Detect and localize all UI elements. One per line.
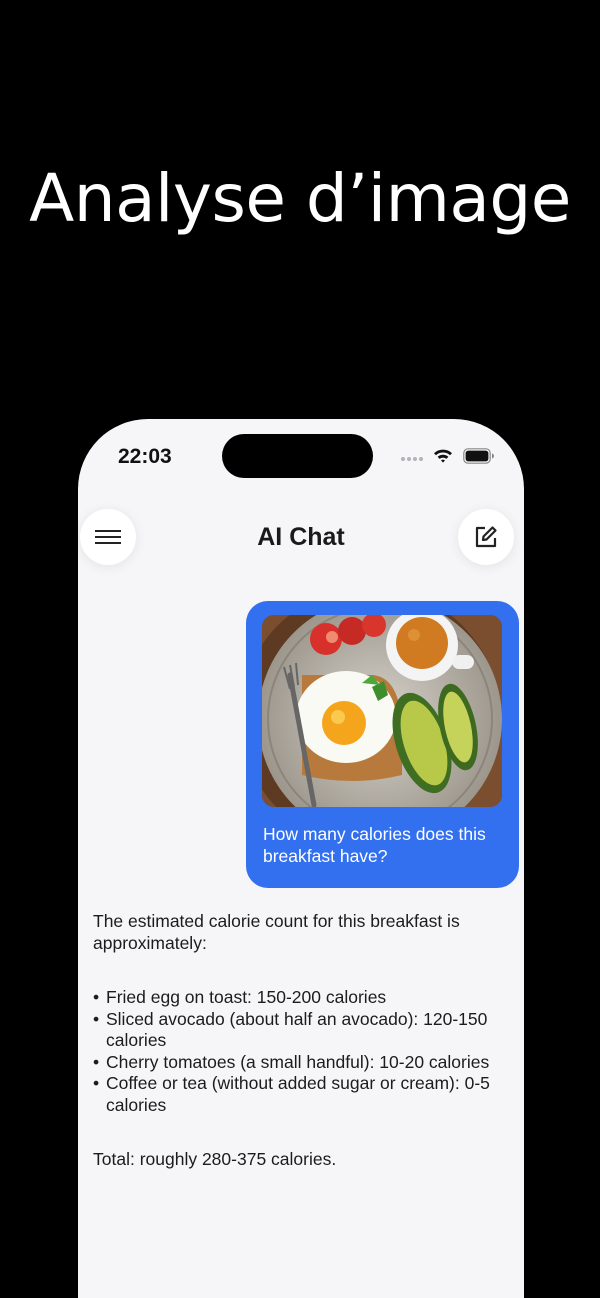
status-time: 22:03 xyxy=(118,445,172,468)
status-bar: 22:03 xyxy=(78,419,524,499)
user-message-text: How many calories does this breakfast ha… xyxy=(263,824,486,866)
list-item: Coffee or tea (without added sugar or cr… xyxy=(93,1073,513,1116)
wifi-icon xyxy=(434,449,452,463)
ai-message-intro: The estimated calorie count for this bre… xyxy=(93,911,460,953)
battery-icon xyxy=(463,448,494,464)
compose-icon xyxy=(475,526,497,548)
ai-message: The estimated calorie count for this bre… xyxy=(93,911,513,1171)
breakfast-photo[interactable] xyxy=(262,615,502,807)
cellular-signal-icon xyxy=(401,457,423,461)
ai-calorie-list: Fried egg on toast: 150-200 calories Sli… xyxy=(93,987,513,1116)
new-chat-button[interactable] xyxy=(458,509,514,565)
list-item: Sliced avocado (about half an avocado): … xyxy=(93,1009,513,1052)
ai-message-total: Total: roughly 280-375 calories. xyxy=(93,1149,337,1169)
dynamic-island xyxy=(222,434,373,478)
phone-screen: 22:03 AI Chat How many calories does thi… xyxy=(78,419,524,1298)
promo-headline: Analyse d’image xyxy=(29,160,571,237)
list-item: Fried egg on toast: 150-200 calories xyxy=(93,987,513,1009)
list-item: Cherry tomatoes (a small handful): 10-20… xyxy=(93,1052,513,1074)
user-message-bubble: How many calories does this breakfast ha… xyxy=(246,601,519,888)
